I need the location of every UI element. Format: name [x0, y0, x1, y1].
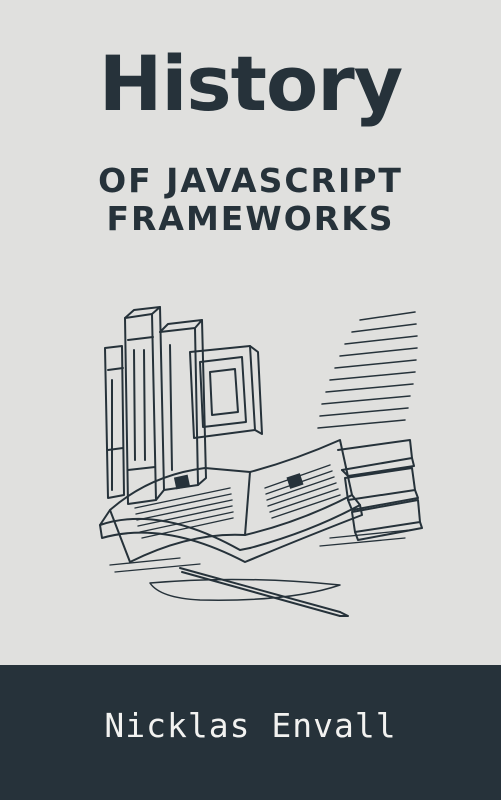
book-cover: History OF JAVASCRIPT FRAMEWORKS Nicklas…	[0, 0, 501, 800]
subtitle-line-1: OF JAVASCRIPT	[98, 161, 403, 200]
books-illustration-icon	[99, 306, 423, 617]
book-subtitle: OF JAVASCRIPT FRAMEWORKS	[0, 162, 501, 238]
book-title: History	[98, 39, 403, 128]
subtitle-line-2: FRAMEWORKS	[106, 199, 395, 238]
author-name: Nicklas Envall	[104, 706, 397, 745]
